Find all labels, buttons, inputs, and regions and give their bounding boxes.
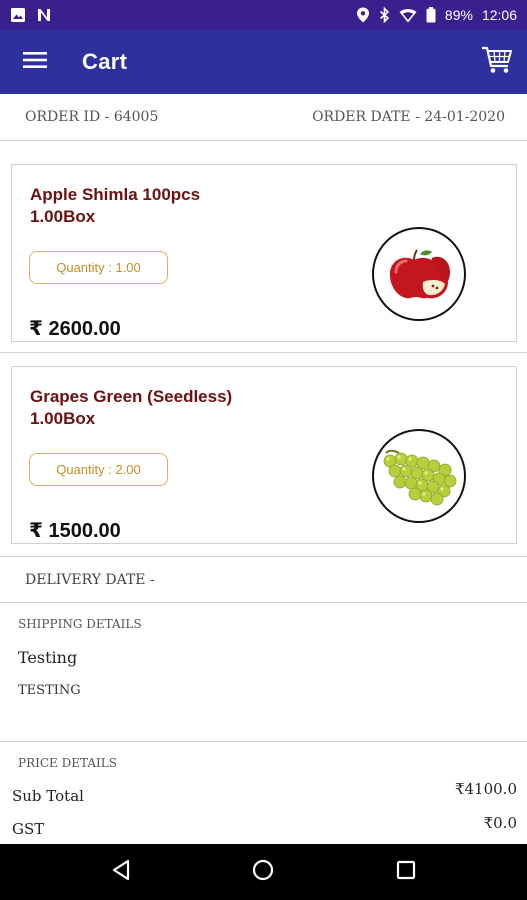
navigation-bar: [0, 844, 527, 900]
home-button[interactable]: [233, 844, 293, 900]
bluetooth-icon: [379, 7, 390, 23]
cart-item-card[interactable]: Grapes Green (Seedless) 1.00Box Quantity…: [11, 366, 517, 544]
shipping-address: TESTING: [18, 683, 81, 698]
order-info-row: ORDER ID - 64005 ORDER DATE - 24-01-2020: [0, 94, 527, 141]
divider: [0, 352, 527, 353]
grapes-image: [372, 429, 466, 523]
page-title: Cart: [82, 49, 128, 74]
back-icon: [111, 859, 131, 886]
back-button[interactable]: [91, 844, 151, 900]
n-icon: [36, 7, 52, 23]
subtotal-label: Sub Total: [12, 787, 84, 805]
battery-icon: [426, 7, 436, 23]
order-id: ORDER ID - 64005: [25, 109, 159, 125]
subtotal-value: ₹4100.0: [454, 780, 517, 798]
shipping-heading: SHIPPING DETAILS: [18, 617, 142, 631]
divider: [0, 741, 527, 742]
clock: 12:06: [481, 7, 517, 23]
item-price: ₹ 1500.00: [29, 520, 121, 542]
apple-image: [372, 227, 466, 321]
home-icon: [252, 859, 274, 886]
status-bar: 89% 12:06: [0, 0, 527, 30]
delivery-date: DELIVERY DATE -: [0, 556, 527, 603]
price-heading: PRICE DETAILS: [18, 756, 117, 770]
cart-item-card[interactable]: Apple Shimla 100pcs 1.00Box Quantity : 1…: [11, 164, 517, 342]
gst-value: ₹0.0: [483, 814, 517, 832]
wifi-icon: [399, 8, 417, 23]
item-price: ₹ 2600.00: [29, 318, 121, 340]
location-icon: [356, 7, 370, 23]
cart-icon: [481, 46, 513, 79]
image-icon: [10, 7, 26, 23]
cart-button[interactable]: [467, 30, 527, 94]
shipping-name: Testing: [18, 648, 78, 667]
app-bar: Cart: [0, 30, 527, 94]
battery-percent: 89%: [444, 7, 473, 23]
quantity-badge[interactable]: Quantity : 1.00: [29, 251, 168, 284]
item-unit: 1.00Box: [30, 207, 96, 226]
quantity-badge[interactable]: Quantity : 2.00: [29, 453, 168, 486]
gst-label: GST: [12, 820, 45, 838]
order-date: ORDER DATE - 24-01-2020: [312, 109, 505, 125]
menu-icon: [23, 51, 47, 74]
recents-button[interactable]: [376, 844, 436, 900]
recents-icon: [396, 860, 416, 885]
item-unit: 1.00Box: [30, 409, 96, 428]
menu-button[interactable]: [0, 30, 70, 94]
item-name: Apple Shimla 100pcs: [30, 185, 201, 204]
item-name: Grapes Green (Seedless): [30, 387, 233, 406]
